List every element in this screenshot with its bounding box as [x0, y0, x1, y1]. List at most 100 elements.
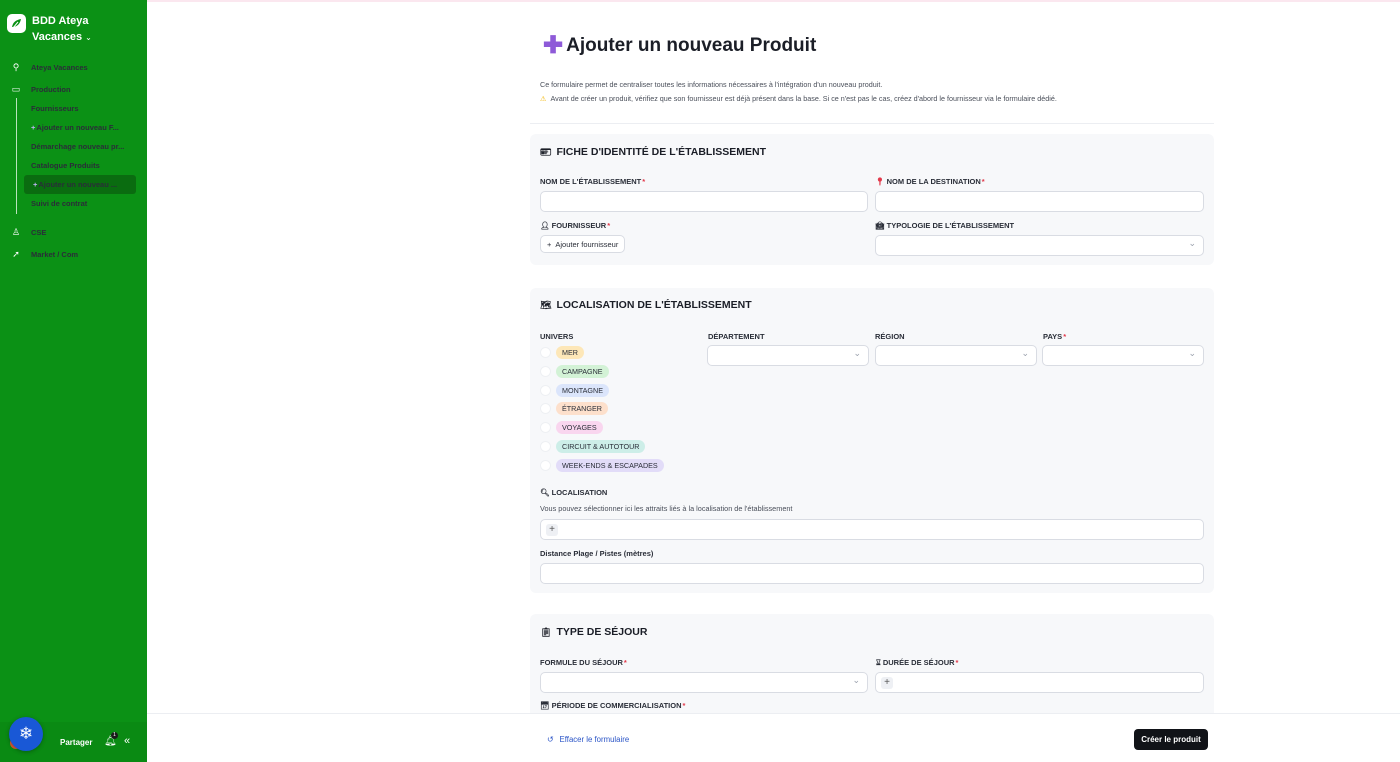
plus-icon: +	[547, 239, 552, 249]
field-label: 🔍︎ LOCALISATION	[540, 488, 608, 497]
field-label: 🏨︎ TYPOLOGIE DE L'ÉTABLISSEMENT	[875, 221, 1015, 230]
notification-badge: 1	[111, 732, 118, 739]
sidebar-item-suivi-contrat[interactable]: Suivi de contrat	[0, 194, 147, 213]
person-icon: 👤︎	[540, 221, 550, 230]
section-title: 📋︎ TYPE DE SÉJOUR	[540, 626, 648, 638]
main-content: ✚ Ajouter un nouveau Produit Ce formulai…	[147, 0, 1400, 762]
destination-name-input[interactable]	[875, 191, 1204, 212]
divider	[530, 123, 1214, 124]
sidebar-item-label: +Ajouter un nouveau ...	[33, 180, 118, 189]
calendar-icon: 📅︎	[540, 701, 550, 710]
plus-icon[interactable]: +	[881, 677, 893, 689]
app: BDD Ateya Vacances ⌄ ⚲ Ateya Vacances ▭ P…	[0, 0, 1400, 762]
sidebar-item-add-supplier[interactable]: +Ajouter un nouveau F...	[0, 118, 147, 137]
share-button[interactable]: Partager	[60, 738, 92, 747]
sidebar-item-ateya-vacances[interactable]: ⚲ Ateya Vacances	[0, 58, 147, 77]
checkbox[interactable]	[540, 384, 551, 396]
chevron-down-icon: ⌄	[85, 33, 92, 42]
field-help: Vous pouvez sélectionner ici les attrait…	[540, 504, 793, 513]
univers-tag: CAMPAGNE	[556, 364, 609, 378]
univers-tag: WEEK-ENDS & ESCAPADES	[556, 458, 664, 472]
sidebar-item-label: Catalogue Produits	[31, 161, 100, 170]
reset-form-button[interactable]: ↺ Effacer le formulaire	[547, 735, 629, 744]
checkbox[interactable]	[540, 347, 551, 358]
id-card-icon: 🪪︎	[540, 146, 552, 157]
sidebar-item-fournisseurs[interactable]: Fournisseurs	[0, 99, 147, 118]
page-title: ✚ Ajouter un nouveau Produit	[543, 32, 817, 59]
field-label: ⌛︎ DURÉE DE SÉJOUR*	[876, 658, 959, 667]
field-label: UNIVERS	[540, 332, 574, 341]
section-identity: 🪪︎ FICHE D'IDENTITÉ DE L'ÉTABLISSEMENT NO…	[530, 134, 1214, 265]
map-icon: 🗺︎	[540, 299, 552, 310]
checkbox[interactable]	[540, 422, 551, 434]
sidebar-item-label: Fournisseurs	[31, 104, 79, 113]
workspace-name: BDD Ateya Vacances ⌄	[32, 15, 92, 43]
univers-tag: VOYAGES	[556, 421, 603, 435]
user-icon: ♙	[11, 227, 21, 237]
sidebar-item-market-com[interactable]: ➚ Market / Com	[0, 245, 147, 264]
field-label: PAYS*	[1043, 332, 1067, 341]
field-label: NOM DE L'ÉTABLISSEMENT*	[540, 177, 646, 186]
warning-icon: ⚠	[540, 94, 547, 103]
checkbox[interactable]	[540, 403, 551, 415]
add-supplier-button[interactable]: + Ajouter fournisseur	[540, 235, 626, 253]
help-button[interactable]: ❄	[9, 717, 43, 751]
sidebar-item-label: +Ajouter un nouveau F...	[31, 123, 119, 132]
field-label: Distance Plage / Pistes (mètres)	[540, 549, 654, 558]
univers-tag: ÉTRANGER	[556, 402, 608, 416]
sidebar-item-production[interactable]: ▭ Production	[0, 80, 147, 99]
sidebar-item-catalogue[interactable]: Catalogue Produits	[0, 156, 147, 175]
field-label: 📅︎ PÉRIODE DE COMMERCIALISATION*	[540, 701, 686, 710]
checkbox[interactable]	[540, 365, 551, 377]
form-footer: ↺ Effacer le formulaire Créer le produit	[147, 713, 1400, 762]
formula-select[interactable]	[540, 672, 868, 693]
sidebar-item-add-product[interactable]: +Ajouter un nouveau ...	[24, 175, 136, 194]
field-label: FORMULE DU SÉJOUR*	[540, 658, 627, 667]
rocket-icon: ➚	[12, 249, 20, 259]
plus-icon: +	[33, 180, 38, 189]
duration-multiselect[interactable]: +	[875, 672, 1204, 693]
refresh-icon: ↺	[547, 735, 554, 744]
intro-text: Ce formulaire permet de centraliser tout…	[540, 80, 883, 89]
sidebar-item-label: Ateya Vacances	[31, 63, 88, 72]
sidebar-item-label: Suivi de contrat	[31, 199, 88, 208]
region-select[interactable]	[875, 345, 1037, 366]
clipboard-icon: 📋︎	[540, 626, 552, 637]
hourglass-icon: ⌛︎	[876, 658, 881, 667]
magnifier-icon: 🔍︎	[540, 488, 550, 497]
distance-input[interactable]	[540, 563, 1204, 584]
collapse-sidebar-icon[interactable]: «	[124, 735, 130, 747]
sidebar-item-cse[interactable]: ♙ CSE	[0, 223, 147, 242]
sidebar-item-label: CSE	[31, 228, 47, 237]
field-label: 👤︎ FOURNISSEUR*	[540, 221, 611, 230]
plus-icon[interactable]: +	[546, 524, 558, 536]
departement-select[interactable]	[707, 345, 869, 366]
pays-select[interactable]	[1042, 345, 1204, 366]
building-icon: 🏨︎	[875, 221, 885, 230]
section-title: 🪪︎ FICHE D'IDENTITÉ DE L'ÉTABLISSEMENT	[540, 146, 766, 158]
checkbox[interactable]	[540, 459, 551, 471]
snowflake-icon: ❄	[18, 724, 34, 743]
localisation-multiselect[interactable]: +	[540, 519, 1204, 540]
field-label: 📍︎ NOM DE LA DESTINATION*	[875, 177, 985, 186]
folder-icon: ▭	[11, 84, 21, 94]
field-label: RÉGION	[875, 332, 905, 341]
plus-icon: +	[31, 123, 36, 132]
sidebar: BDD Ateya Vacances ⌄ ⚲ Ateya Vacances ▭ P…	[0, 0, 147, 762]
sidebar-nav: ⚲ Ateya Vacances ▭ Production Fournisseu…	[0, 58, 147, 264]
establishment-name-input[interactable]	[540, 191, 868, 212]
sidebar-item-label: Production	[31, 85, 71, 94]
sidebar-item-demarchage[interactable]: Démarchage nouveau pr...	[0, 137, 147, 156]
sidebar-item-label: Market / Com	[31, 250, 79, 259]
search-icon: ⚲	[12, 62, 20, 72]
workspace-switcher[interactable]: BDD Ateya Vacances ⌄	[7, 13, 112, 46]
create-product-button[interactable]: Créer le produit	[1134, 729, 1208, 750]
section-title: 🗺︎ LOCALISATION DE L'ÉTABLISSEMENT	[540, 299, 752, 311]
univers-tag: MONTAGNE	[556, 383, 609, 397]
typology-select[interactable]	[875, 235, 1204, 256]
intro-warning: ⚠ Avant de créer un produit, vérifiez que…	[540, 94, 1057, 103]
form-intro: Ce formulaire permet de centraliser tout…	[540, 78, 1057, 106]
workspace-logo-icon	[7, 14, 26, 33]
checkbox[interactable]	[540, 440, 551, 452]
plus-icon: ✚	[543, 32, 564, 59]
